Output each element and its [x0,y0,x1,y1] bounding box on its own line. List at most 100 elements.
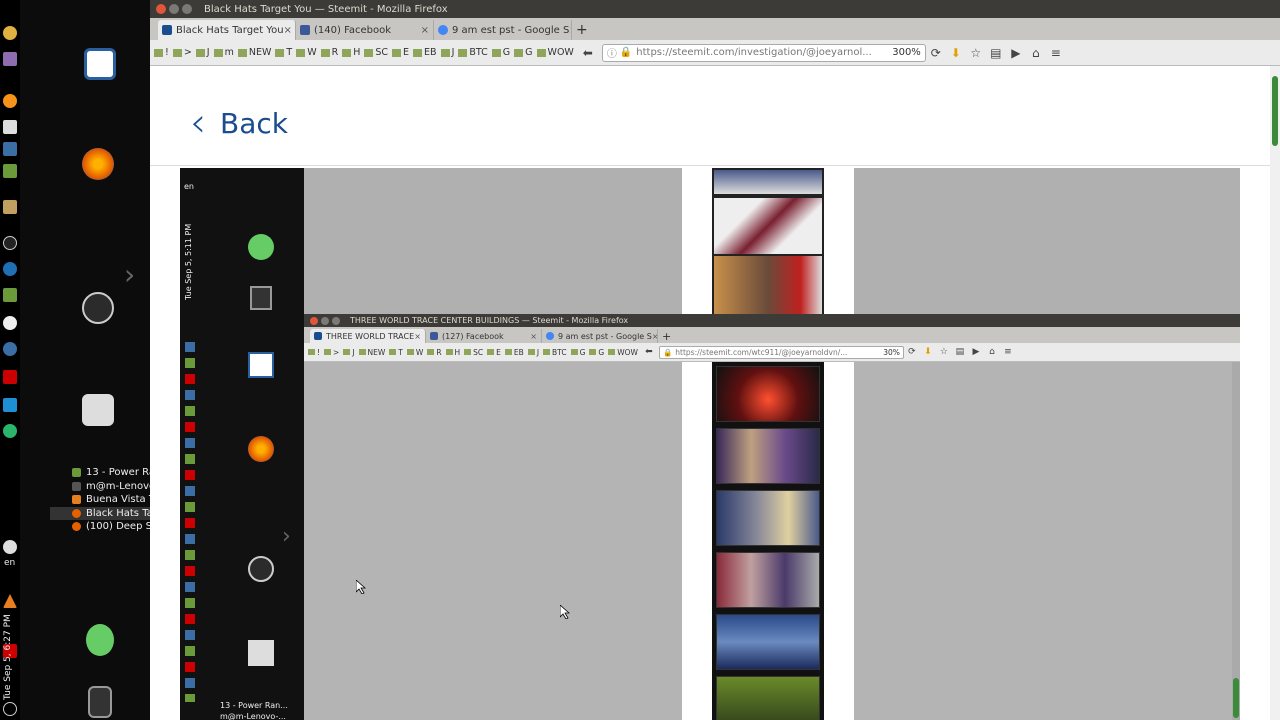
bookmark-item: W [406,348,423,357]
zoom-level[interactable]: 300% [892,47,921,58]
unity-side-strip: en Tue Sep 5, 6:27 PM [0,0,20,720]
facebook-icon [430,332,438,340]
firefox-icon[interactable] [82,148,114,180]
bookmark-item[interactable]: J [195,47,210,58]
bookmark-item: G [570,348,585,357]
ubuntu-settings-icon[interactable] [82,292,114,324]
tab-facebook[interactable]: (140) Facebook × [296,20,434,40]
bookmark-item[interactable]: H [342,47,360,58]
url-bar[interactable]: ⓘ 🔒 https://steemit.com/investigation/@j… [601,43,926,62]
bookmark-item[interactable]: R [320,47,338,58]
atom-icon[interactable] [3,342,17,356]
bookmark-folder-icon [589,349,597,355]
bookmark-item[interactable]: m [213,47,234,58]
tab-steemit[interactable]: Black Hats Target You × [158,20,296,40]
vlc-icon[interactable] [3,594,17,608]
wifi-icon[interactable] [3,540,17,554]
app-icon[interactable] [3,52,17,66]
bitcoin-icon[interactable] [3,94,17,108]
bookmark-item[interactable]: SC [364,47,388,58]
window-titlebar[interactable]: Black Hats Target You — Steemit - Mozill… [150,0,1280,18]
airdroid-icon[interactable] [3,398,17,412]
back-link[interactable]: ‹ Back [190,100,288,146]
archive-icon[interactable] [3,200,17,214]
filezilla-icon[interactable] [3,370,17,384]
bookmark-item[interactable]: ! [154,47,169,58]
back-arrow-icon[interactable]: ⬅ [578,46,598,60]
url-text[interactable]: https://steemit.com/investigation/@joeya… [636,47,872,58]
scrollbar-thumb[interactable] [1272,76,1278,146]
new-tab-button[interactable]: + [572,20,596,40]
camera-icon[interactable] [3,316,17,330]
lock-icon: 🔒 [662,347,673,357]
bookmark-folder-icon [413,48,423,57]
chromium-icon[interactable] [3,262,17,276]
bookmark-item[interactable]: W [296,47,317,58]
send-icon[interactable] [3,424,17,438]
bookmark-item: E [487,348,501,357]
bookmark-star-icon: ☆ [939,347,948,357]
bookmark-item[interactable]: J [440,47,454,58]
embedded-side-strip: en Tue Sep 5, 5:11 PM [184,172,198,712]
bookmark-folder-icon [343,349,351,355]
youtube-icon[interactable]: ▶ [1006,46,1026,60]
bookmark-item[interactable]: T [275,47,292,58]
bookmark-item[interactable]: WOW [536,47,574,58]
clock[interactable]: Tue Sep 5, 6:27 PM [3,614,13,700]
embedded-toolbar: ! > J NEW T W R H SC E EB J BTC G G WOW ⬅ 🔒 https://ste… [304,343,1240,362]
close-tab-icon[interactable]: × [284,25,292,36]
writer-icon[interactable] [84,48,116,80]
close-tab-icon[interactable]: × [421,25,429,36]
maximize-window-icon[interactable] [182,4,192,14]
bookmark-folder-icon [445,349,453,355]
reload-icon[interactable]: ⟳ [926,46,946,60]
bookmark-item[interactable]: G [491,47,510,58]
menu-icon[interactable]: ≡ [1046,46,1066,60]
page-scrollbar[interactable] [1270,66,1280,720]
green-app-icon[interactable] [3,288,17,302]
close-tab-icon: × [414,331,421,341]
user-switch-icon[interactable] [86,624,114,656]
spreadsheet-icon[interactable] [3,164,17,178]
google-icon [546,332,554,340]
bookmark-item[interactable]: NEW [237,47,271,58]
bookmark-star-icon[interactable]: ☆ [966,46,986,60]
bookmark-item[interactable]: > [172,47,192,58]
bookmark-item: WOW [608,348,638,357]
text-editor-icon[interactable] [3,120,17,134]
home-icon[interactable]: ⌂ [1026,46,1046,60]
embedded-titlebar: THREE WORLD TRACE CENTER BUILDINGS — Ste… [304,314,1240,327]
dogecoin-icon[interactable] [3,26,17,40]
keyboard-layout[interactable]: en [4,558,15,568]
bookmark-folder-icon [543,349,551,355]
google-icon [438,25,448,35]
bookmark-item[interactable]: EB [413,47,437,58]
scrollbar-thumb [1233,678,1239,718]
embedded-screenshot: en Tue Sep 5, 5:11 PM › 13 - Power Ran..… [180,168,1240,720]
tab-google[interactable]: 9 am est pst - Google S× [434,20,572,40]
bookmark-item[interactable]: BTC [458,47,488,58]
trash-icon[interactable] [88,686,112,718]
obs-icon[interactable] [3,236,17,250]
page-content: ‹ Back en Tue Sep 5, 5:11 PM › 13 - Powe… [150,66,1280,720]
bookmark-item[interactable]: E [392,47,409,58]
bookmark-folder-icon [514,48,524,57]
files-icon[interactable] [82,394,114,426]
bookmark-item[interactable]: G [514,47,533,58]
frame-image [716,614,820,670]
bookmark-folder-icon [491,48,501,57]
power-icon[interactable] [3,702,17,716]
minimize-window-icon[interactable] [169,4,179,14]
chevron-right-icon[interactable]: › [124,258,135,291]
firefox-window: Black Hats Target You — Steemit - Mozill… [150,0,1280,720]
embedded-tab-steemit: THREE WORLD TRACE × [310,329,426,343]
calendar-icon[interactable] [3,142,17,156]
embedded-tab-facebook: (127) Facebook × [426,329,542,343]
bookmark-folder-icon [213,48,223,57]
close-window-icon[interactable] [156,4,166,14]
terminal-icon [72,481,81,491]
close-window-icon [310,316,318,325]
library-icon[interactable]: ▤ [986,46,1006,60]
download-icon[interactable]: ⬇ [946,46,966,60]
info-icon[interactable]: ⓘ [607,45,617,60]
